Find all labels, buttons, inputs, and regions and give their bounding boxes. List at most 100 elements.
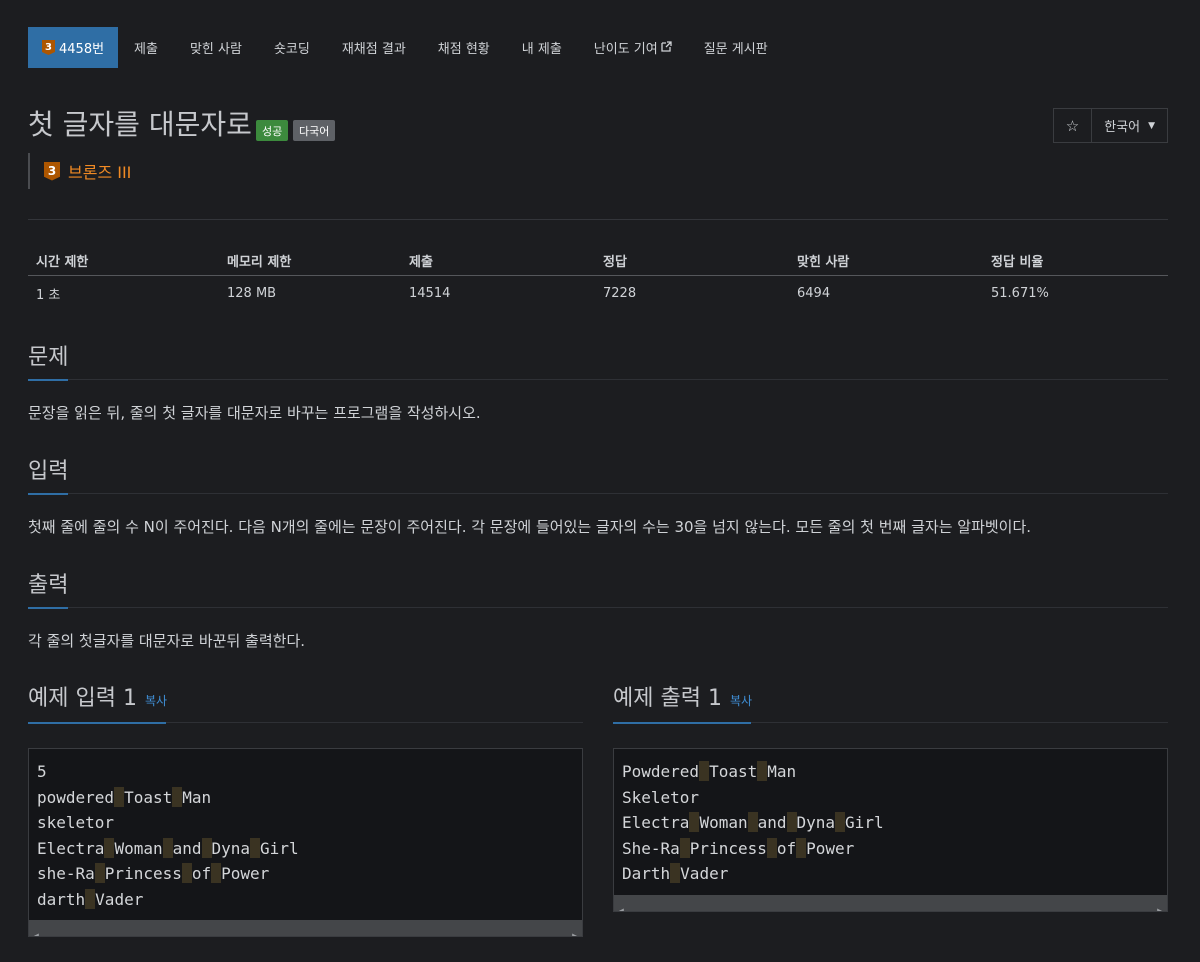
- sample-word: Woman: [699, 813, 748, 832]
- sample-input-title: 예제 입력 1: [28, 686, 137, 711]
- status-badge-success: 성공: [256, 120, 289, 141]
- scroll-left-icon[interactable]: ◀: [619, 898, 624, 911]
- copy-output-button[interactable]: 복사: [730, 694, 752, 708]
- section-underline: [613, 722, 751, 724]
- sample-word: Electra: [622, 813, 690, 832]
- sample-word: Power: [806, 838, 855, 858]
- sample-word: darth: [37, 889, 86, 909]
- scroll-right-icon[interactable]: ▶: [572, 923, 577, 936]
- sample-output-line: Skeletor: [622, 785, 1159, 811]
- sample-word: powdered: [37, 787, 115, 807]
- scroll-right-icon[interactable]: ▶: [1157, 898, 1162, 911]
- problem-stats-table: 시간 제한 메모리 제한 제출 정답 맞힌 사람 정답 비율 1 초 128 M…: [28, 245, 1168, 311]
- section-underline: [28, 493, 68, 495]
- tab-short-coding[interactable]: 숏코딩: [258, 27, 326, 68]
- tier-name[interactable]: 브론즈 III: [68, 159, 131, 183]
- tab-problem-label: 4458번: [59, 42, 105, 57]
- sample-word: of: [191, 864, 212, 883]
- sample-word: Girl: [845, 813, 884, 832]
- input-section: 입력 첫째 줄에 줄의 수 N이 주어진다. 다음 N개의 줄에는 문장이 주어…: [28, 457, 1168, 537]
- tab-problem[interactable]: 3 4458번: [28, 27, 119, 68]
- sample-word: and: [757, 813, 787, 832]
- sample-word: of: [776, 838, 797, 858]
- tab-rejudge-results[interactable]: 재채점 결과: [326, 27, 422, 68]
- problem-page: 3 4458번 제출 맞힌 사람 숏코딩 재채점 결과 채점 현황 내 제출 난…: [28, 27, 1168, 937]
- stats-value-row: 1 초 128 MB 14514 7228 6494 51.671%: [28, 276, 1168, 311]
- stats-header-ratio: 정답 비율: [991, 254, 1044, 270]
- language-dropdown[interactable]: 한국어 ▼: [1092, 109, 1167, 142]
- horizontal-scrollbar[interactable]: ◀ ▶: [29, 920, 582, 936]
- problem-description-text: 문장을 읽은 뒤, 줄의 첫 글자를 대문자로 바꾸는 프로그램을 작성하시오.: [28, 404, 481, 422]
- stats-value-solvers: 6494: [797, 286, 831, 301]
- whitespace-marker: [114, 786, 125, 807]
- star-button[interactable]: ☆: [1054, 109, 1093, 142]
- whitespace-marker: [201, 837, 212, 858]
- tab-accepted-users[interactable]: 맞힌 사람: [174, 27, 258, 68]
- section-underline: [28, 722, 166, 724]
- page-title: 첫 글자를 대문자로: [28, 108, 252, 141]
- stats-header-accepted: 정답: [603, 254, 627, 270]
- sample-input-box[interactable]: 5 powdered Toast Man skeletor Electra Woman and…: [28, 748, 583, 937]
- whitespace-marker: [104, 837, 115, 858]
- language-label: 한국어: [1104, 120, 1141, 135]
- problem-nav-tabs: 3 4458번 제출 맞힌 사람 숏코딩 재채점 결과 채점 현황 내 제출 난…: [28, 27, 1168, 68]
- section-header: 입력: [28, 457, 1168, 495]
- sample-word: Princess: [689, 838, 767, 858]
- sample-word: Vader: [95, 889, 144, 909]
- sample-output-title: 예제 출력 1: [613, 686, 722, 711]
- sample-word: Powdered: [622, 762, 700, 781]
- sample-output-box[interactable]: Powdered Toast Man Skeletor Electra Woman and D…: [613, 748, 1168, 912]
- divider: [28, 219, 1168, 220]
- sample-word: Darth: [622, 864, 671, 883]
- sample-output-section: 예제 출력 1 복사 Powdered Toast Man Skeletor Electr…: [613, 684, 1168, 912]
- whitespace-marker: [796, 837, 807, 858]
- sample-input-line: skeletor: [37, 810, 574, 836]
- sample-word: skeletor: [37, 813, 115, 832]
- whitespace-marker: [211, 863, 222, 883]
- tier-shield-icon: 3: [44, 161, 60, 181]
- whitespace-marker: [689, 812, 700, 832]
- sample-word: Woman: [114, 838, 163, 858]
- external-link-icon: [661, 40, 672, 55]
- tab-judge-status[interactable]: 채점 현황: [422, 27, 506, 68]
- sample-word: Dyna: [796, 813, 836, 832]
- section-underline: [28, 607, 68, 609]
- tab-submit-label: 제출: [134, 42, 158, 57]
- whitespace-marker: [747, 812, 758, 832]
- sample-input-line: she-Ra Princess of Power: [37, 861, 574, 887]
- stats-header-submissions: 제출: [409, 254, 433, 270]
- tab-accepted-users-label: 맞힌 사람: [189, 42, 242, 57]
- whitespace-marker: [172, 786, 183, 807]
- section-header: 예제 입력 1 복사: [28, 684, 583, 724]
- sample-input-line: powdered Toast Man: [37, 785, 574, 811]
- whitespace-marker: [250, 837, 261, 858]
- tier-badge-icon: 3: [42, 40, 55, 55]
- sample-input-section: 예제 입력 1 복사 5 powdered Toast Man skeletor Elect…: [28, 684, 583, 937]
- tab-qna-board-label: 질문 게시판: [703, 42, 768, 57]
- sample-word: Toast: [709, 762, 758, 781]
- sample-input-line: Electra Woman and Dyna Girl: [37, 836, 574, 862]
- tab-my-submissions[interactable]: 내 제출: [506, 27, 578, 68]
- sample-word: Girl: [260, 838, 299, 858]
- stats-header-time: 시간 제한: [36, 254, 89, 270]
- title-controls: ☆ 한국어 ▼: [1052, 108, 1168, 143]
- sample-word: she-Ra: [37, 864, 95, 883]
- horizontal-scrollbar[interactable]: ◀ ▶: [614, 894, 1167, 911]
- tab-submit[interactable]: 제출: [118, 27, 174, 68]
- tab-qna-board[interactable]: 질문 게시판: [688, 27, 784, 68]
- whitespace-marker: [699, 761, 710, 781]
- stats-header-memory: 메모리 제한: [227, 254, 292, 270]
- output-description-text: 각 줄의 첫글자를 대문자로 바꾼뒤 출력한다.: [28, 632, 306, 650]
- whitespace-marker: [835, 812, 846, 832]
- section-title: 입력: [28, 459, 69, 484]
- tier-block: 3 브론즈 III: [28, 153, 131, 189]
- tab-judge-status-label: 채점 현황: [437, 42, 490, 57]
- copy-input-button[interactable]: 복사: [145, 694, 167, 708]
- sample-word: Man: [182, 787, 212, 807]
- tab-difficulty-contribution[interactable]: 난이도 기여: [578, 27, 688, 68]
- sample-word: Dyna: [211, 838, 251, 858]
- scroll-left-icon[interactable]: ◀: [34, 923, 39, 936]
- stats-value-ratio: 51.671%: [991, 286, 1049, 301]
- stats-value-time: 1 초: [36, 288, 61, 303]
- whitespace-marker: [679, 837, 690, 858]
